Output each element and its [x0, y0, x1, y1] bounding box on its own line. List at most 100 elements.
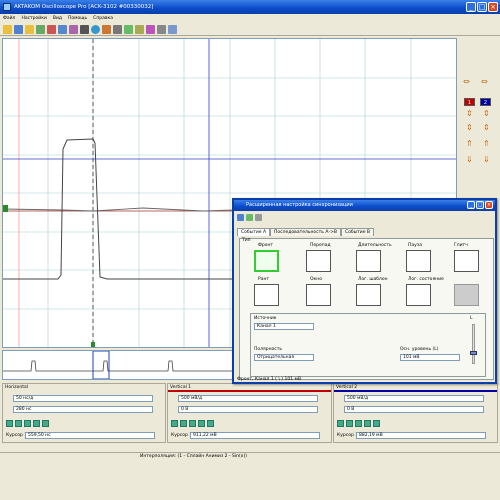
measure-h-icon[interactable] — [42, 420, 49, 427]
ch1-marker[interactable] — [3, 205, 8, 212]
menu-help[interactable]: Помощь — [68, 14, 87, 23]
ch1-scale-icon[interactable]: ⇕ — [466, 110, 473, 118]
menu-file[interactable]: Файл — [3, 14, 15, 23]
timebase-field[interactable]: 50 нс/д — [13, 395, 153, 402]
info-icon[interactable] — [91, 25, 100, 34]
event-logic-pattern-label: Лог. шаблон — [358, 277, 388, 282]
status-text: Интерполяция: (1 - Сплайн Анимиз 2 - Sin… — [140, 454, 247, 459]
ch2-offset-icon[interactable]: ⇕ — [483, 124, 490, 132]
v1-cursor2-icon[interactable] — [180, 420, 187, 427]
v1-delta-icon[interactable] — [189, 420, 196, 427]
v1-zoom-icon[interactable] — [198, 420, 205, 427]
v1-scale-field[interactable]: 500 мВ/д — [178, 395, 318, 402]
trigger-marker[interactable] — [91, 342, 95, 347]
zoom-icon[interactable] — [33, 420, 40, 427]
delta-icon[interactable] — [24, 420, 31, 427]
close-button[interactable]: × — [488, 2, 498, 12]
menu-bar: Файл Настройки Вид Помощь Справка — [0, 14, 500, 23]
trigger-icon[interactable] — [102, 25, 111, 34]
dialog-save-icon[interactable] — [237, 214, 244, 221]
help-icon[interactable] — [168, 25, 177, 34]
v2-measure-icon[interactable] — [373, 420, 380, 427]
cursor-icon[interactable] — [135, 25, 144, 34]
ch2-scale-icon[interactable]: ⇕ — [483, 110, 490, 118]
dialog-grid-icon[interactable] — [255, 214, 262, 221]
chart-icon[interactable] — [124, 25, 133, 34]
app-titlebar: AKTAKOM Oscilloscope Pro [ACK-3102 #0033… — [0, 0, 500, 14]
type-group-title: Тип — [242, 238, 251, 243]
position-field[interactable]: 280 нс — [13, 406, 153, 413]
math-icon[interactable] — [146, 25, 155, 34]
event-width-label: Длительность — [358, 243, 392, 248]
measure-icon[interactable] — [80, 25, 89, 34]
open-icon[interactable] — [3, 25, 12, 34]
ch2-up-icon[interactable]: ⇑ — [483, 140, 490, 148]
cursor2-icon[interactable] — [15, 420, 22, 427]
print-icon[interactable] — [157, 25, 166, 34]
level-slider[interactable] — [470, 324, 477, 364]
event-logic-state-label: Лог. состояние — [408, 277, 444, 282]
single-icon[interactable] — [58, 25, 67, 34]
v2-delta-icon[interactable] — [355, 420, 362, 427]
v1-cursor-select[interactable]: 911,22 мВ — [190, 432, 320, 439]
menu-settings[interactable]: Настройки — [21, 14, 46, 23]
pause-trigger-button[interactable] — [406, 250, 431, 272]
event-window-label: Окно — [310, 277, 322, 282]
ch1-button[interactable]: 1 — [464, 98, 475, 106]
app-icon — [3, 3, 11, 11]
level-slider-thumb[interactable] — [470, 351, 477, 355]
source-label: Источник — [254, 316, 277, 321]
tab-event-b[interactable]: Событие B — [340, 228, 374, 236]
menu-view[interactable]: Вид — [53, 14, 62, 23]
auto-icon[interactable] — [69, 25, 78, 34]
expand-right-icon[interactable]: ⇔ — [481, 78, 488, 86]
v1-measure-icon[interactable] — [207, 420, 214, 427]
ch1-up-icon[interactable]: ⇑ — [466, 140, 473, 148]
ch2-button[interactable]: 2 — [480, 98, 491, 106]
v2-scale-field[interactable]: 500 мВ/д — [344, 395, 484, 402]
v1-cursor1-icon[interactable] — [171, 420, 178, 427]
ch1-offset-icon[interactable]: ⇕ — [466, 124, 473, 132]
tab-sequence[interactable]: Последовательность А->B — [270, 228, 341, 236]
v2-zoom-icon[interactable] — [364, 420, 371, 427]
edge-trigger-button[interactable] — [254, 250, 279, 272]
v2-cursor1-icon[interactable] — [337, 420, 344, 427]
dialog-maximize-button[interactable]: □ — [476, 201, 484, 209]
ch2-down-icon[interactable]: ⇓ — [483, 156, 490, 164]
v2-cursor-select[interactable]: 882,19 мВ — [356, 432, 486, 439]
vertical1-panel: Vertical 1 500 мВ/д 0 В Курсор 1 911,22 … — [167, 383, 332, 443]
maximize-button[interactable]: □ — [477, 2, 487, 12]
slope-trigger-button[interactable] — [306, 250, 331, 272]
settings-icon[interactable] — [113, 25, 122, 34]
logic-state-trigger-button[interactable] — [406, 284, 431, 306]
tab-event-a[interactable]: Событие А — [237, 228, 271, 236]
ch1-down-icon[interactable]: ⇓ — [466, 156, 473, 164]
v2-cursor2-icon[interactable] — [346, 420, 353, 427]
event-glitch-label: Глитч — [454, 243, 468, 248]
logic-pattern-trigger-button[interactable] — [356, 284, 381, 306]
stop-icon[interactable] — [47, 25, 56, 34]
minimize-button[interactable]: _ — [466, 2, 476, 12]
run-icon[interactable] — [36, 25, 45, 34]
glitch-trigger-button[interactable] — [454, 250, 479, 272]
cursor1-icon[interactable] — [6, 420, 13, 427]
width-trigger-button[interactable] — [356, 250, 381, 272]
source-select[interactable]: Канал 1 — [254, 323, 314, 330]
event-pause-label: Пауза — [408, 243, 422, 248]
runt-trigger-button[interactable] — [254, 284, 279, 306]
h-cursor-select[interactable]: 559,50 нс — [25, 432, 155, 439]
v1-offset-field[interactable]: 0 В — [178, 406, 318, 413]
dialog-minimize-button[interactable]: _ — [467, 201, 475, 209]
dialog-close-button[interactable]: × — [485, 201, 493, 209]
expand-left-icon[interactable]: ⇔ — [463, 78, 470, 86]
dialog-apply-icon[interactable] — [246, 214, 253, 221]
app-title: AKTAKOM Oscilloscope Pro [ACK-3102 #0033… — [14, 4, 154, 10]
folder-icon[interactable] — [25, 25, 34, 34]
save-icon[interactable] — [14, 25, 23, 34]
menu-reference[interactable]: Справка — [93, 14, 113, 23]
window-trigger-button[interactable] — [306, 284, 331, 306]
level-field[interactable]: 101 мВ — [400, 354, 460, 361]
dialog-status: Фронт, Канал 1 ( \ ) 101 мВ — [237, 377, 301, 382]
v2-offset-field[interactable]: 0 В — [344, 406, 484, 413]
polarity-select[interactable]: Отрицательная — [254, 354, 314, 361]
